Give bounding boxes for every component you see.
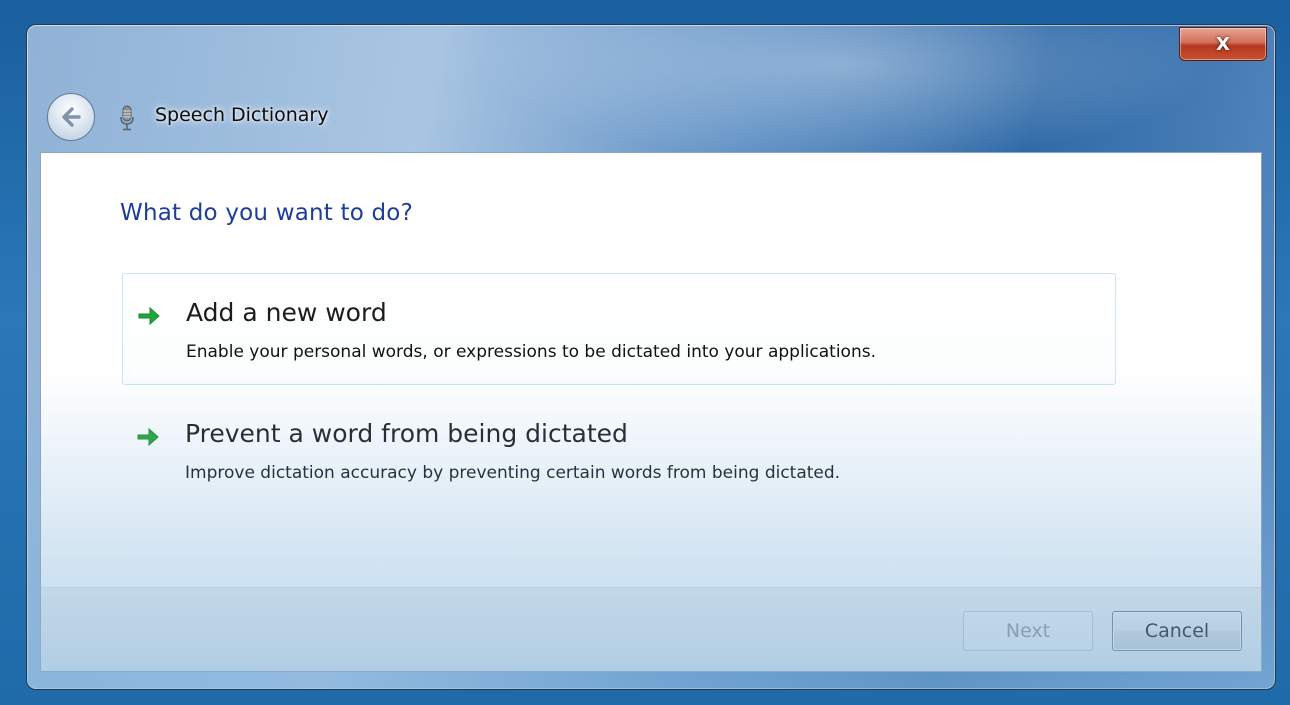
back-arrow-icon (62, 107, 81, 127)
wizard-content: What do you want to do? Add a new word E… (40, 152, 1262, 672)
wizard-footer: Next Cancel (41, 587, 1261, 671)
option-description: Enable your personal words, or expressio… (186, 342, 876, 362)
green-arrow-icon (137, 427, 159, 447)
microphone-icon (120, 105, 134, 131)
window-title: Speech Dictionary (155, 104, 329, 126)
close-icon: X (1216, 33, 1230, 55)
option-title: Prevent a word from being dictated (185, 419, 628, 448)
next-button[interactable]: Next (963, 611, 1093, 651)
option-title: Add a new word (186, 298, 387, 327)
speech-dictionary-window: X Speech Dictionary What do you want to … (26, 24, 1276, 690)
option-add-new-word[interactable]: Add a new word Enable your personal word… (122, 273, 1116, 385)
cancel-button[interactable]: Cancel (1112, 611, 1242, 651)
page-heading: What do you want to do? (120, 200, 413, 226)
green-arrow-icon (138, 306, 160, 326)
option-prevent-word[interactable]: Prevent a word from being dictated Impro… (122, 395, 1116, 507)
option-description: Improve dictation accuracy by preventing… (185, 463, 841, 483)
back-button[interactable] (47, 93, 95, 141)
close-button[interactable]: X (1179, 27, 1267, 61)
